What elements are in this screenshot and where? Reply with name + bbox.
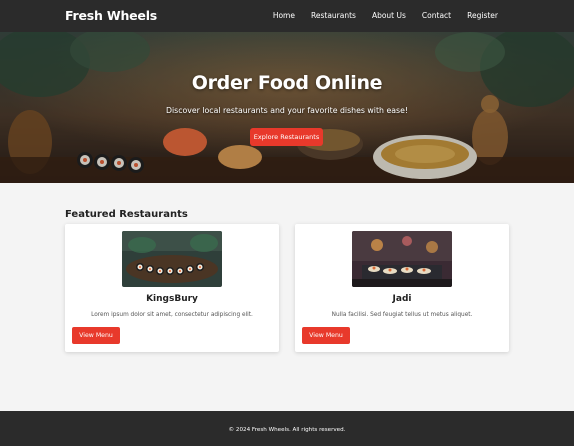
restaurant-interior-image: [352, 231, 452, 287]
hero-subtitle: Discover local restaurants and your favo…: [165, 106, 409, 115]
site-footer: © 2024 Fresh Wheels. All rights reserved…: [0, 411, 574, 446]
copyright-text: © 2024 Fresh Wheels. All rights reserved…: [228, 427, 346, 433]
nav-register[interactable]: Register: [467, 11, 498, 20]
site-header: Fresh Wheels Home Restaurants About Us C…: [0, 0, 574, 32]
view-menu-button[interactable]: View Menu: [72, 327, 120, 344]
restaurant-description: Nulla facilisi. Sed feugiat tellus ut me…: [331, 312, 473, 318]
restaurant-image: [122, 231, 222, 287]
hero-title: Order Food Online: [191, 72, 383, 94]
restaurant-image: [352, 231, 452, 287]
brand-logo[interactable]: Fresh Wheels: [65, 8, 157, 23]
restaurant-name: Jadi: [392, 294, 412, 304]
restaurant-description: Lorem ipsum dolor sit amet, consectetur …: [91, 312, 253, 318]
nav-about-us[interactable]: About Us: [372, 11, 406, 20]
explore-restaurants-button[interactable]: Explore Restaurants: [250, 128, 323, 146]
nav-contact[interactable]: Contact: [422, 11, 451, 20]
sushi-platter-image: [122, 231, 222, 287]
nav-home[interactable]: Home: [273, 11, 295, 20]
main-nav: Home Restaurants About Us Contact Regist…: [257, 11, 498, 20]
restaurant-card: Jadi Nulla facilisi. Sed feugiat tellus …: [295, 224, 509, 352]
nav-restaurants[interactable]: Restaurants: [311, 11, 356, 20]
hero-banner: Order Food Online Discover local restaur…: [0, 32, 574, 183]
restaurant-name: KingsBury: [146, 294, 198, 304]
featured-restaurants-heading: Featured Restaurants: [65, 209, 188, 220]
view-menu-button[interactable]: View Menu: [302, 327, 350, 344]
restaurant-card: KingsBury Lorem ipsum dolor sit amet, co…: [65, 224, 279, 352]
